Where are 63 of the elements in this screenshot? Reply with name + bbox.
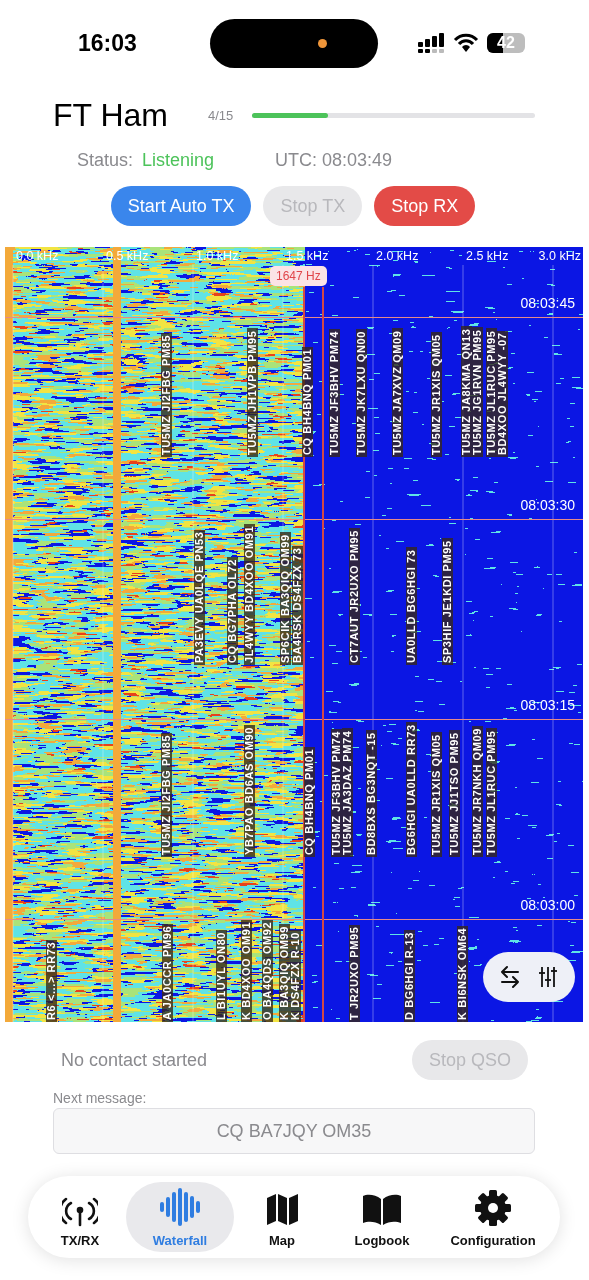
decoded-message[interactable]: CQ BH4BNQ PM01 <box>304 746 315 857</box>
decoded-message[interactable]: BD8BXS BG3NQT -15 <box>366 730 377 857</box>
decoded-message[interactable]: TU5MZ JK7LXU QN00 <box>356 329 367 457</box>
utc-clock: UTC: 08:03:49 <box>275 149 393 171</box>
frequency-label: 3.0 kHz <box>538 249 581 263</box>
decoded-message[interactable]: A JA0CCR PM96 <box>162 923 173 1022</box>
decoded-message[interactable]: YB7PAO BD6AS OM90 <box>244 725 255 857</box>
decoded-message[interactable]: TU5MZ JF3BHV PM74 <box>331 729 342 857</box>
time-label: 08:03:00 <box>520 897 575 913</box>
frequency-readout: 1647 Hz <box>270 266 327 286</box>
decoded-message[interactable]: TU5MZ JI2FBG PM85 <box>161 732 172 857</box>
decoded-message[interactable]: TU5MZ JJ1TSO PM95 <box>449 730 460 857</box>
app-title: FT Ham <box>53 96 169 134</box>
decoded-message[interactable]: TU5MZ JA3DAZ PM74 <box>342 728 353 857</box>
decoded-message[interactable]: K BA3QIQ OM99 <box>279 924 290 1022</box>
decoded-message[interactable]: TU5MZ JR1XIS QM05 <box>431 332 442 457</box>
decoded-message[interactable]: O BA4QDS OM92 <box>262 919 273 1022</box>
action-button[interactable]: Stop RX <box>374 186 476 226</box>
tab[interactable]: Configuration <box>434 1182 552 1252</box>
decoded-message[interactable]: TU5MZ JG1RVN PM95 <box>472 327 483 457</box>
cycle-counter: 4/15 <box>208 107 235 123</box>
decoded-message[interactable]: K BI6NSK OM64 <box>457 925 468 1022</box>
decoded-message[interactable]: BD4XOO JL4WYY -07 <box>497 330 508 457</box>
clock-time: 16:03 <box>78 29 138 57</box>
decoded-message[interactable]: TU5MZ JA8KMA QN13 <box>461 326 472 457</box>
decoded-message[interactable]: TU5MZ JL1RUC PM95 <box>486 328 497 457</box>
decoded-message[interactable]: TU5MZ JF3BHV PM74 <box>329 329 340 457</box>
decoded-message[interactable]: TU5MZ JA7XVZ QM09 <box>392 328 403 457</box>
decoded-message[interactable]: TU5MZ JL1RUC PM95 <box>486 728 497 857</box>
decoded-message[interactable]: PA3EVY UA0LQE PN53 <box>194 529 205 665</box>
frequency-label: 1.5 kHz <box>286 249 329 263</box>
decoded-message[interactable]: BA4RSK DS4FZX 73 <box>292 545 303 665</box>
decoded-message[interactable]: K BD4XOO OM91 <box>241 919 252 1022</box>
frequency-label: 2.5 kHz <box>466 249 509 263</box>
decoded-message[interactable]: K DS4FZX R-10 <box>290 930 301 1022</box>
field-label: Next message: <box>53 1090 148 1106</box>
status-value: Listening <box>142 149 216 171</box>
tab[interactable]: Logbook <box>330 1182 434 1252</box>
decoded-message[interactable]: D BG6HGI R-13 <box>404 930 415 1022</box>
decoded-message[interactable]: CQ BG7PHA OL72 <box>227 557 238 665</box>
tab[interactable]: TX/RX <box>34 1182 126 1252</box>
action-button[interactable]: Start Auto TX <box>110 186 252 226</box>
decoded-message[interactable]: TU5MZ JR7NKH QM09 <box>472 726 483 857</box>
decoded-message[interactable]: CT7AUT JR2UXO PM95 <box>349 527 360 665</box>
decoded-message[interactable]: TU5MZ JR1XIS QM05 <box>431 732 442 857</box>
decoded-message[interactable]: R6 <...> RR73 <box>46 939 57 1022</box>
decoded-message[interactable]: TU5MZ JI2FBG PM85 <box>161 332 172 457</box>
decoded-message[interactable]: JL4WYY BD4XOO OM91 <box>244 523 255 665</box>
decoded-message[interactable]: TU5MZ JH1VPB PM95 <box>247 328 258 457</box>
status-label: Status: <box>77 149 134 171</box>
frequency-label: 2.0 kHz <box>376 249 419 263</box>
decoded-message[interactable]: SP6CIK BA3QIQ OM99 <box>280 532 291 665</box>
decoded-message[interactable]: T JR2UXO PM95 <box>349 924 360 1022</box>
decoded-message[interactable]: SP3HIF JE1KDI PM95 <box>442 538 453 665</box>
contact-status: No contact started <box>61 1049 208 1071</box>
tab[interactable]: Map <box>234 1182 330 1252</box>
decoded-message[interactable]: CQ BH4BNQ PM01 <box>302 346 313 457</box>
decoded-message[interactable]: UA0LLD BG6HGI 73 <box>406 547 417 665</box>
decoded-message[interactable]: BG6HGI UA0LLD RR73 <box>406 722 417 857</box>
time-label: 08:03:15 <box>520 697 575 713</box>
time-label: 08:03:45 <box>520 295 575 311</box>
time-label: 08:03:30 <box>520 497 575 513</box>
decoded-message[interactable]: L BI1UYL ON80 <box>216 929 227 1022</box>
